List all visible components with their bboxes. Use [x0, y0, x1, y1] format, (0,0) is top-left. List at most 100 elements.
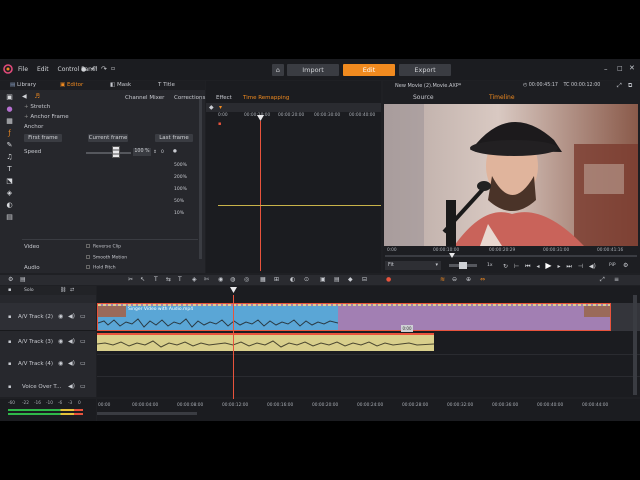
tab-title[interactable]: T Title	[158, 81, 175, 90]
zoom-in-icon[interactable]: ⊕	[466, 276, 471, 283]
anchor-frame-row[interactable]: + Anchor Frame	[24, 114, 69, 120]
tab-editor[interactable]: ▣ Editor	[60, 81, 83, 90]
keyframe-marker-icon[interactable]: ▾	[219, 104, 222, 111]
editor-scrollbar[interactable]	[199, 99, 202, 259]
speaker-icon[interactable]: ◀)	[68, 360, 75, 367]
track-monitor-icon[interactable]: ▭	[80, 338, 86, 345]
settings-gear-icon[interactable]: ⚙	[623, 262, 628, 269]
mixer-icon[interactable]: ⊞	[274, 276, 279, 283]
multicam-icon[interactable]: ⊟	[362, 276, 367, 283]
speed-input[interactable]: 100 %	[133, 148, 151, 156]
maximize-icon[interactable]: □	[617, 65, 623, 72]
preview-scrubber[interactable]	[385, 255, 637, 257]
go-start-icon[interactable]: ⏮	[525, 263, 530, 271]
transition-icon[interactable]: ⬔	[6, 178, 13, 185]
speed-reset-icon[interactable]: ●	[173, 149, 177, 154]
film-strip-icon[interactable]: ▦	[260, 276, 266, 283]
preview-scrub-handle[interactable]	[449, 253, 455, 258]
minimize-icon[interactable]: –	[604, 65, 608, 73]
lock-icon[interactable]: ▪	[8, 361, 11, 367]
color-icon[interactable]: ●	[6, 106, 13, 113]
text-icon[interactable]: T	[6, 166, 13, 173]
stretch-row[interactable]: + Stretch	[24, 104, 50, 110]
tab-source[interactable]: Source	[413, 93, 434, 102]
razor-icon[interactable]: ✂	[128, 276, 133, 283]
effects-icon[interactable]: ▦	[6, 118, 13, 125]
play-icon[interactable]: ▶	[545, 261, 551, 270]
track-header-av4[interactable]: ▪ A/V Track (4) ◉ ◀) ▭	[0, 354, 96, 376]
clip-audio-track3[interactable]	[97, 333, 434, 351]
zoom-fit-select[interactable]: Fit ▾	[385, 261, 441, 270]
eye-icon[interactable]: ◉	[58, 338, 63, 345]
lock-icon[interactable]: ▪	[8, 339, 11, 345]
select-icon[interactable]: ↖	[140, 276, 145, 283]
volume-icon[interactable]: ◀)	[589, 263, 596, 270]
smooth-motion-checkbox[interactable]: Smooth Motion	[86, 255, 127, 261]
snap-icon[interactable]: ◎	[244, 276, 249, 283]
track-header-voice[interactable]: ▪ Voice Over T... ◀) ▭	[0, 376, 96, 398]
track-header-av2[interactable]: ▪ A/V Track (2) ◉ ◀) ▭	[0, 303, 96, 331]
edit-button[interactable]: Edit	[343, 64, 395, 76]
save-icon[interactable]: ▫	[111, 65, 115, 72]
first-frame-button[interactable]: First frame	[24, 134, 62, 142]
timeline-settings-icon[interactable]: ⚙	[8, 276, 13, 283]
drop-icon[interactable]: ◐	[6, 202, 13, 209]
undo-icon[interactable]: ↶	[91, 65, 97, 73]
lock-icon[interactable]: ▪	[8, 314, 11, 320]
audio-editor-icon[interactable]: ♬	[35, 93, 40, 100]
cut-icon[interactable]: ✄	[204, 276, 209, 283]
record-icon[interactable]: ◐	[290, 276, 295, 283]
mark-in-icon[interactable]: ⊢	[514, 263, 519, 270]
media-icon[interactable]: ▣	[6, 94, 13, 101]
tab-library[interactable]: ▤ Library	[10, 81, 36, 90]
timeline-vscrollbar[interactable]	[633, 295, 637, 395]
tab-channel-mixer[interactable]: Channel Mixer	[125, 94, 164, 103]
eye-icon[interactable]: ◉	[58, 313, 63, 320]
trim-icon[interactable]: ⇆	[166, 276, 171, 283]
tab-effect[interactable]: Effect	[216, 94, 232, 103]
tab-time-remapping[interactable]: Time Remapping	[243, 94, 289, 103]
speed-stepper-icon[interactable]: ⇕	[153, 150, 157, 155]
timeline-playhead-handle[interactable]	[230, 287, 237, 293]
track-monitor-icon[interactable]: ▭	[80, 383, 86, 390]
sync-icon[interactable]: ⇄	[70, 287, 74, 293]
link-icon[interactable]: ⛓	[60, 287, 66, 293]
mic-icon[interactable]: ⊙	[304, 276, 309, 283]
help-icon[interactable]: ●	[81, 66, 86, 73]
speaker-icon[interactable]: ◀)	[68, 313, 75, 320]
step-back-icon[interactable]: ◂	[536, 263, 539, 270]
zoom-out-icon[interactable]: ⊖	[452, 276, 457, 283]
fullscreen-icon[interactable]: ⤢	[617, 82, 622, 90]
chapter-icon[interactable]: ▤	[334, 276, 340, 283]
music-icon[interactable]: ♫	[6, 154, 13, 161]
timeline-hscrollbar[interactable]	[97, 412, 197, 415]
tab-timeline[interactable]: Timeline	[489, 93, 515, 102]
track-monitor-icon[interactable]: ▭	[80, 360, 86, 367]
speaker-icon[interactable]: ◀)	[68, 383, 75, 390]
title-tool-icon[interactable]: T	[154, 276, 158, 283]
loop-icon[interactable]: ↻	[503, 263, 508, 270]
menu-file[interactable]: File	[18, 66, 28, 73]
video-preview[interactable]	[384, 104, 638, 246]
tab-mask[interactable]: ◧ Mask	[110, 81, 131, 90]
hold-pitch-checkbox[interactable]: Hold Pitch	[86, 265, 116, 271]
track-header-av3[interactable]: ▪ A/V Track (3) ◉ ◀) ▭	[0, 332, 96, 354]
import-button[interactable]: Import	[287, 64, 339, 76]
color-wheel-icon[interactable]: ◍	[230, 276, 235, 283]
keyframe-toggle-icon[interactable]: ◆	[348, 276, 353, 283]
motion-icon[interactable]: ≋	[440, 276, 445, 283]
audio-tool-icon[interactable]: ◉	[218, 276, 223, 283]
pip-button[interactable]: PiP	[609, 263, 616, 268]
close-icon[interactable]: ✕	[629, 64, 635, 72]
lock-icon[interactable]: ▪	[8, 384, 11, 390]
text-tool-icon[interactable]: T	[178, 276, 182, 283]
go-end-icon[interactable]: ⏭	[566, 263, 571, 271]
redo-icon[interactable]: ↷	[101, 65, 107, 73]
fit-timeline-icon[interactable]: ⇔	[480, 276, 485, 283]
keyframe-point-icon[interactable]: ▪	[218, 121, 221, 127]
timeline-layout-icon[interactable]: ▤	[20, 276, 26, 283]
video-editor-icon[interactable]: ◀	[22, 93, 27, 100]
home-button[interactable]: ⌂	[272, 64, 284, 76]
expand-icon[interactable]: ⤢	[600, 276, 605, 284]
film-icon[interactable]: ▤	[6, 214, 13, 221]
